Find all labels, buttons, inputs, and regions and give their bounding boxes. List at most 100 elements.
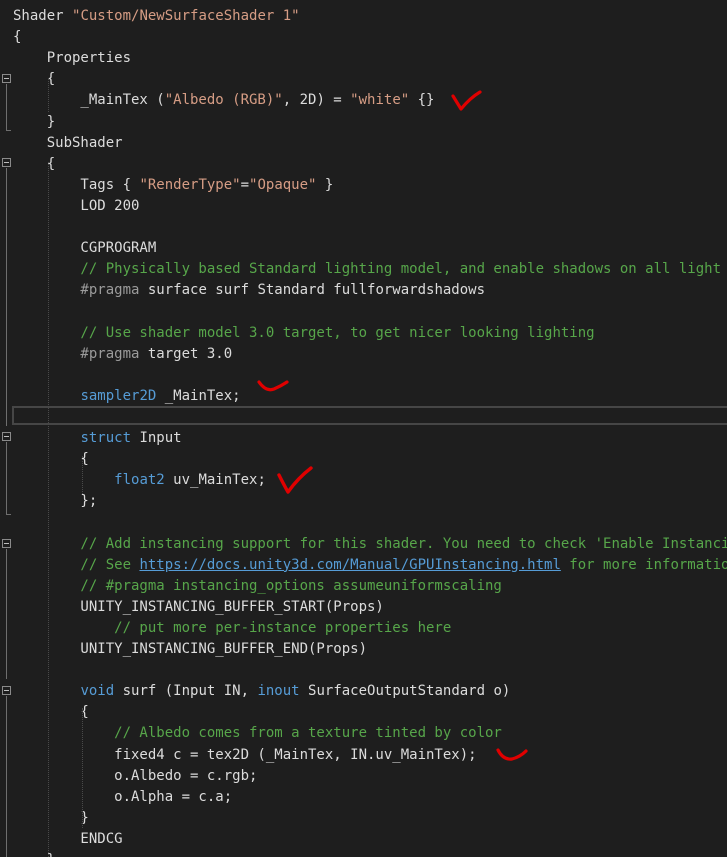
code-token: UNITY_INSTANCING_BUFFER_END(Props)	[13, 641, 368, 657]
code-token: // Albedo comes from a texture tinted by…	[13, 725, 502, 742]
code-token: surface surf Standard fullforwardshadows	[139, 282, 486, 299]
outline-end	[6, 130, 11, 131]
code-line[interactable]: // Albedo comes from a texture tinted by…	[13, 723, 502, 744]
code-line[interactable]: {	[13, 702, 89, 723]
code-line[interactable]: LOD 200	[13, 196, 139, 217]
code-line[interactable]: SubShader	[13, 133, 123, 154]
code-line[interactable]: // Physically based Standard lighting mo…	[13, 259, 727, 280]
code-line[interactable]: o.Albedo = c.rgb;	[13, 766, 257, 787]
code-token: , 2D) =	[282, 92, 351, 109]
code-line[interactable]: {	[13, 449, 89, 470]
code-token: inout	[257, 683, 300, 700]
code-line[interactable]: // put more per-instance properties here	[13, 618, 451, 639]
code-token: {	[13, 29, 22, 46]
code-token: struct	[80, 430, 132, 446]
current-line-highlight	[12, 406, 727, 425]
code-line[interactable]: #pragma surface surf Standard fullforwar…	[13, 280, 485, 301]
code-line[interactable]: {	[13, 27, 21, 48]
code-line[interactable]: ENDCG	[13, 829, 123, 850]
code-token: UNITY_INSTANCING_BUFFER_START(Props)	[13, 598, 384, 615]
collapse-comment-icon[interactable]	[2, 539, 11, 548]
collapse-subshader-icon[interactable]	[2, 158, 11, 167]
code-line[interactable]: UNITY_INSTANCING_BUFFER_START(Props)	[13, 597, 384, 618]
code-line[interactable]: void surf (Input IN, inout SurfaceOutput…	[13, 681, 510, 702]
code-line[interactable]: // Add instancing support for this shade…	[13, 534, 727, 555]
code-token: =	[240, 176, 250, 193]
code-token: uv_MainTex;	[164, 472, 266, 489]
outline-bar	[6, 696, 7, 857]
indent-guide	[82, 708, 83, 828]
indent-guide	[82, 456, 83, 494]
code-token: _MainTex;	[156, 387, 241, 404]
code-token: }	[13, 113, 56, 130]
code-line[interactable]: struct Input	[13, 428, 182, 449]
code-token: #pragma	[13, 282, 140, 299]
code-token: CGPROGRAM	[13, 240, 157, 257]
code-token: "Albedo (RGB)"	[164, 92, 283, 109]
code-token: SubShader	[13, 134, 123, 151]
code-line[interactable]: }	[13, 808, 88, 829]
code-line[interactable]: }	[13, 112, 55, 133]
code-token: "white"	[350, 92, 410, 109]
code-token: };	[13, 493, 98, 510]
code-line[interactable]: #pragma target 3.0	[13, 344, 232, 365]
code-token: // Use shader model 3.0 target, to get n…	[13, 324, 595, 341]
code-token: Properties	[13, 50, 132, 67]
code-token: // put more per-instance properties here	[13, 619, 452, 636]
code-editor[interactable]: Shader "Custom/NewSurfaceShader 1" { Prop…	[0, 0, 727, 857]
code-line[interactable]: float2 uv_MainTex;	[13, 470, 266, 491]
code-token: for more information about instancing.	[569, 556, 727, 573]
code-token: // #pragma instancing_options assumeunif…	[13, 577, 502, 594]
code-token: SurfaceOutputStandard o)	[299, 683, 511, 700]
code-token: float2	[114, 472, 165, 489]
outline-bar	[6, 442, 7, 514]
documentation-link[interactable]: https://docs.unity3d.com/Manual/GPUInsta…	[139, 557, 560, 573]
code-token: o.Alpha = c.a;	[13, 788, 233, 805]
code-token: "Opaque"	[249, 176, 317, 193]
code-token: "RenderType"	[139, 176, 241, 193]
code-token: o.Albedo = c.rgb;	[13, 767, 258, 784]
code-token: ENDCG	[13, 830, 123, 847]
indent-guide	[48, 162, 49, 857]
code-line[interactable]: // #pragma instancing_options assumeunif…	[13, 576, 502, 597]
red-tick-mark-icon	[496, 748, 528, 761]
collapse-surf-icon[interactable]	[2, 686, 11, 695]
code-line[interactable]: CGPROGRAM	[13, 238, 156, 259]
indent-guide	[48, 78, 49, 112]
code-line[interactable]: o.Alpha = c.a;	[13, 787, 232, 808]
code-token: target 3.0	[139, 345, 233, 362]
code-token: void	[80, 683, 115, 700]
code-token: Input	[131, 430, 182, 446]
code-line[interactable]: _MainTex ("Albedo (RGB)", 2D) = "white" …	[13, 90, 434, 111]
red-tick-mark-icon	[257, 380, 289, 392]
code-token: Shader	[13, 8, 73, 24]
code-token: }	[316, 176, 334, 193]
code-token: #pragma	[13, 345, 140, 362]
code-token: surf (Input IN,	[114, 683, 258, 700]
collapse-properties-icon[interactable]	[2, 74, 11, 83]
code-line[interactable]: };	[13, 491, 97, 512]
code-token: // Physically based Standard lighting mo…	[13, 261, 727, 278]
code-token: _MainTex (	[13, 92, 165, 109]
outline-bar	[6, 549, 7, 679]
outline-bar	[6, 84, 7, 130]
code-line[interactable]: Properties	[13, 48, 131, 69]
code-line[interactable]: // Use shader model 3.0 target, to get n…	[13, 323, 595, 344]
outline-end	[6, 514, 11, 515]
code-token: {	[13, 451, 89, 468]
red-checkmark-icon	[451, 90, 482, 111]
code-token: Tags {	[13, 176, 140, 193]
collapse-struct-icon[interactable]	[2, 432, 11, 441]
code-token: {}	[409, 92, 435, 109]
code-token: "Custom/NewSurfaceShader 1"	[72, 8, 300, 24]
code-line[interactable]: Tags { "RenderType"="Opaque" }	[13, 175, 333, 196]
code-token: {	[13, 704, 89, 721]
code-line[interactable]: UNITY_INSTANCING_BUFFER_END(Props)	[13, 639, 367, 660]
code-token: sampler2D	[80, 387, 157, 404]
code-line[interactable]: Shader "Custom/NewSurfaceShader 1"	[13, 6, 300, 27]
code-line[interactable]: // See https://docs.unity3d.com/Manual/G…	[13, 555, 727, 576]
